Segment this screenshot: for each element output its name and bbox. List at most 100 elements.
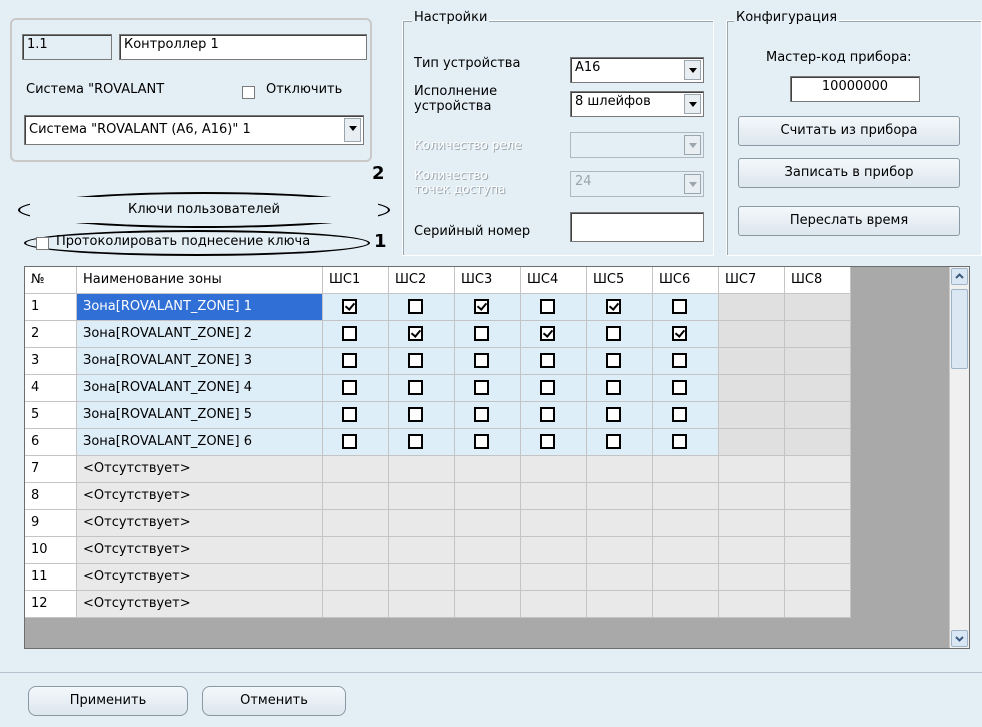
execution-select[interactable]: 8 шлейфов: [570, 91, 704, 117]
loop-checkbox[interactable]: [474, 326, 489, 341]
loop-checkbox-checked[interactable]: [342, 299, 357, 314]
log-key-checkbox[interactable]: [36, 237, 49, 250]
loop-checkbox[interactable]: [606, 353, 621, 368]
scroll-up-icon[interactable]: [951, 268, 968, 285]
loop-cell[interactable]: [389, 294, 455, 321]
user-keys-button[interactable]: Ключи пользователей: [30, 197, 378, 223]
loop-cell[interactable]: [587, 402, 653, 429]
loop-checkbox-checked[interactable]: [408, 326, 423, 341]
zone-name-cell[interactable]: Зона[ROVALANT_ZONE] 1: [77, 294, 323, 321]
loop-checkbox[interactable]: [606, 407, 621, 422]
loop-cell[interactable]: [455, 375, 521, 402]
loop-cell[interactable]: [587, 375, 653, 402]
loop-cell[interactable]: [455, 429, 521, 456]
chevron-down-icon[interactable]: [344, 118, 361, 142]
loop-cell[interactable]: [323, 375, 389, 402]
loop-cell[interactable]: [521, 429, 587, 456]
loop-cell[interactable]: [521, 321, 587, 348]
send-time-button[interactable]: Переслать время: [738, 206, 960, 236]
column-header[interactable]: Наименование зоны: [77, 267, 323, 294]
loop-checkbox[interactable]: [342, 380, 357, 395]
loop-cell[interactable]: [587, 429, 653, 456]
chevron-down-icon[interactable]: [684, 60, 701, 80]
zone-name-cell[interactable]: Зона[ROVALANT_ZONE] 3: [77, 348, 323, 375]
loop-cell[interactable]: [521, 294, 587, 321]
loop-cell[interactable]: [587, 348, 653, 375]
loop-checkbox[interactable]: [606, 380, 621, 395]
loop-checkbox[interactable]: [342, 407, 357, 422]
apply-button[interactable]: Применить: [28, 686, 188, 716]
loop-cell[interactable]: [587, 321, 653, 348]
loop-cell[interactable]: [455, 402, 521, 429]
loop-checkbox[interactable]: [474, 434, 489, 449]
column-header[interactable]: ШС2: [389, 267, 455, 294]
column-header[interactable]: ШС3: [455, 267, 521, 294]
vertical-scrollbar[interactable]: [949, 267, 969, 648]
loop-cell[interactable]: [653, 321, 719, 348]
loop-checkbox[interactable]: [342, 434, 357, 449]
loop-checkbox[interactable]: [342, 326, 357, 341]
loop-checkbox[interactable]: [540, 299, 555, 314]
loop-checkbox[interactable]: [474, 353, 489, 368]
loop-checkbox[interactable]: [672, 434, 687, 449]
column-header[interactable]: ШС6: [653, 267, 719, 294]
loop-checkbox-checked[interactable]: [474, 299, 489, 314]
read-from-device-button[interactable]: Считать из прибора: [738, 116, 960, 146]
loop-cell[interactable]: [389, 402, 455, 429]
zone-name-cell[interactable]: <Отсутствует>: [77, 591, 323, 618]
loop-cell[interactable]: [323, 294, 389, 321]
loop-checkbox[interactable]: [474, 407, 489, 422]
loop-cell[interactable]: [653, 294, 719, 321]
loop-checkbox-checked[interactable]: [540, 326, 555, 341]
loop-checkbox-checked[interactable]: [672, 326, 687, 341]
cancel-button[interactable]: Отменить: [202, 686, 346, 716]
loop-checkbox[interactable]: [408, 380, 423, 395]
loop-checkbox[interactable]: [672, 380, 687, 395]
column-header[interactable]: ШС8: [785, 267, 851, 294]
loop-cell[interactable]: [653, 348, 719, 375]
column-header[interactable]: ШС1: [323, 267, 389, 294]
loop-cell[interactable]: [389, 375, 455, 402]
loop-checkbox[interactable]: [408, 407, 423, 422]
loop-checkbox[interactable]: [408, 353, 423, 368]
chevron-down-icon[interactable]: [684, 94, 701, 114]
zone-name-cell[interactable]: <Отсутствует>: [77, 510, 323, 537]
loop-cell[interactable]: [455, 321, 521, 348]
loop-cell[interactable]: [389, 429, 455, 456]
loop-checkbox[interactable]: [606, 326, 621, 341]
loop-checkbox[interactable]: [474, 380, 489, 395]
loop-checkbox[interactable]: [408, 434, 423, 449]
loop-cell[interactable]: [323, 348, 389, 375]
loop-cell[interactable]: [455, 294, 521, 321]
zone-name-cell[interactable]: <Отсутствует>: [77, 564, 323, 591]
loop-checkbox[interactable]: [342, 353, 357, 368]
column-header[interactable]: №: [25, 267, 77, 294]
zone-name-cell[interactable]: <Отсутствует>: [77, 537, 323, 564]
loop-cell[interactable]: [389, 321, 455, 348]
disable-checkbox[interactable]: [242, 86, 255, 99]
zone-name-cell[interactable]: Зона[ROVALANT_ZONE] 4: [77, 375, 323, 402]
scroll-down-icon[interactable]: [951, 630, 968, 647]
zone-name-cell[interactable]: <Отсутствует>: [77, 483, 323, 510]
loop-checkbox[interactable]: [540, 434, 555, 449]
zone-name-cell[interactable]: <Отсутствует>: [77, 456, 323, 483]
loop-cell[interactable]: [653, 429, 719, 456]
column-header[interactable]: ШС4: [521, 267, 587, 294]
loop-checkbox[interactable]: [606, 434, 621, 449]
loop-cell[interactable]: [521, 375, 587, 402]
loop-cell[interactable]: [323, 321, 389, 348]
device-type-select[interactable]: A16: [570, 57, 704, 83]
serial-field[interactable]: [570, 212, 704, 242]
loop-cell[interactable]: [455, 348, 521, 375]
write-to-device-button[interactable]: Записать в прибор: [738, 158, 960, 188]
loop-checkbox[interactable]: [672, 299, 687, 314]
scroll-thumb[interactable]: [951, 289, 968, 369]
zone-name-cell[interactable]: Зона[ROVALANT_ZONE] 2: [77, 321, 323, 348]
loop-cell[interactable]: [587, 294, 653, 321]
controller-name-field[interactable]: Контроллер 1: [119, 34, 367, 60]
loop-cell[interactable]: [389, 348, 455, 375]
loop-cell[interactable]: [521, 402, 587, 429]
column-header[interactable]: ШС5: [587, 267, 653, 294]
loop-checkbox-checked[interactable]: [606, 299, 621, 314]
loop-checkbox[interactable]: [540, 380, 555, 395]
